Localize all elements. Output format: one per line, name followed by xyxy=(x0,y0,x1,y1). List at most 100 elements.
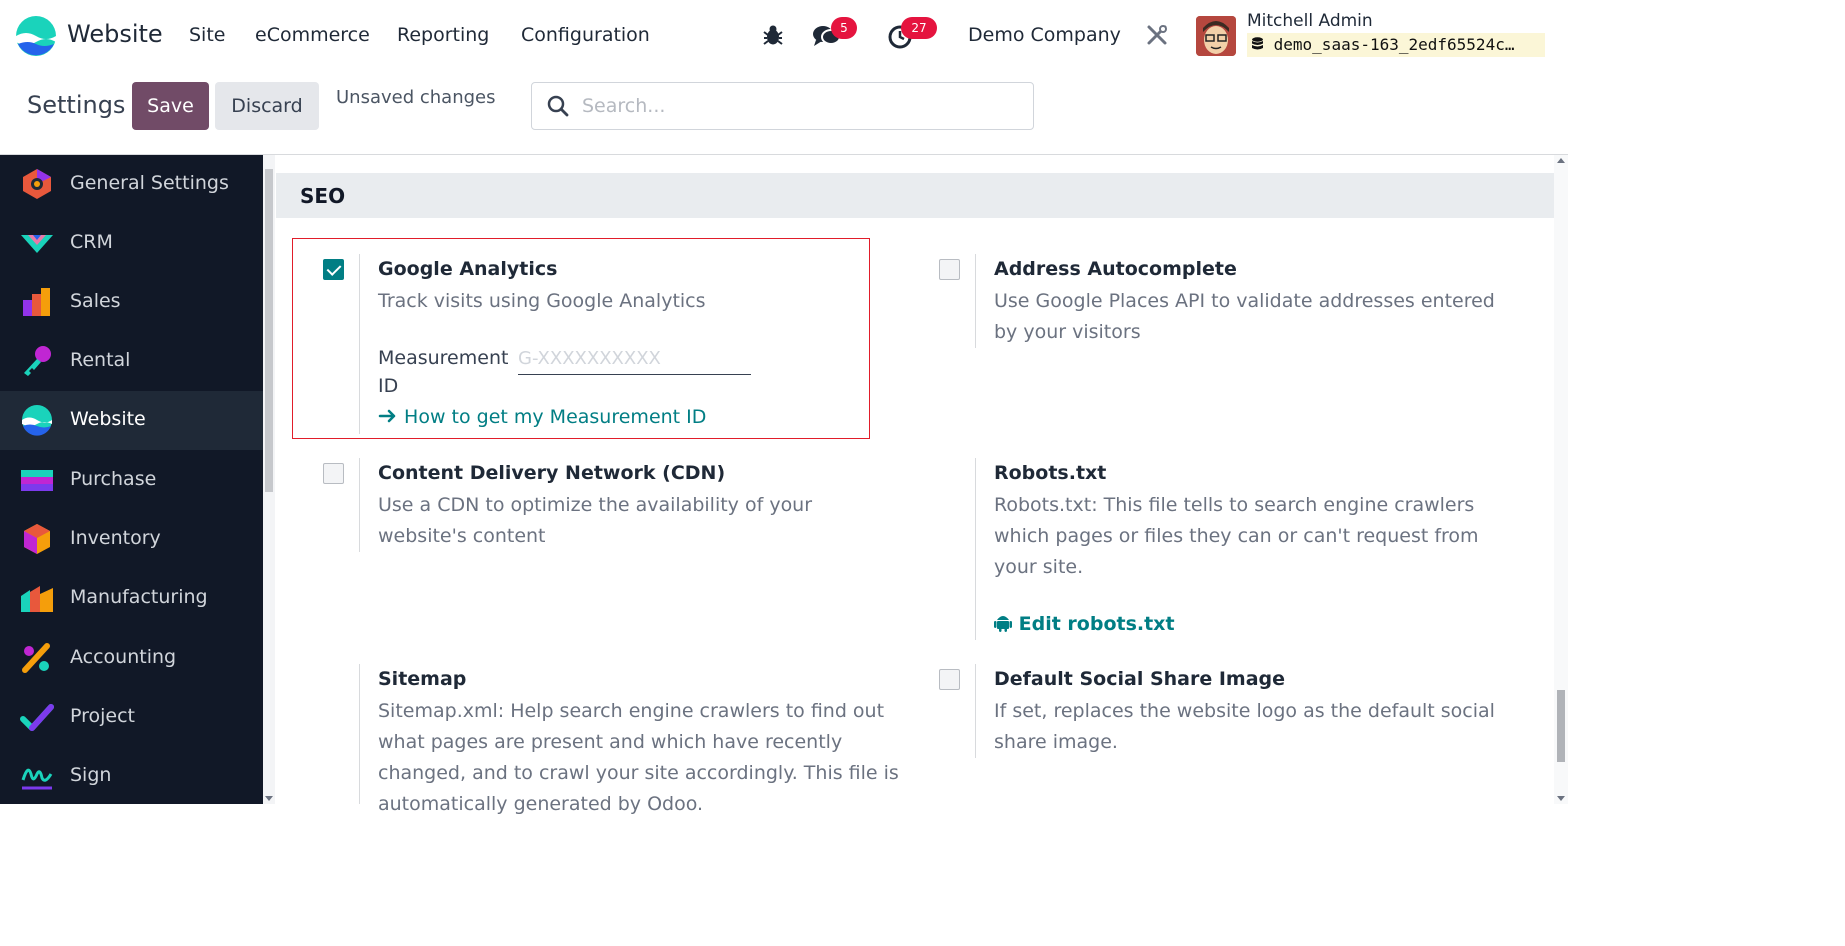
address-autocomplete-desc-line1: Use Google Places API to validate addres… xyxy=(994,290,1495,312)
robots-desc-line2: which pages or files they can or can't r… xyxy=(994,525,1479,547)
sidebar-item-label: Sales xyxy=(70,290,121,312)
address-autocomplete-desc-line2: by your visitors xyxy=(994,321,1141,343)
sidebar-item-label: General Settings xyxy=(70,172,229,194)
setting-divider xyxy=(975,254,976,348)
search-box[interactable] xyxy=(531,82,1034,130)
robots-desc-line1: Robots.txt: This file tells to search en… xyxy=(994,494,1475,516)
sidebar-item-crm[interactable]: CRM xyxy=(0,214,263,273)
social-share-desc-line1: If set, replaces the website logo as the… xyxy=(994,700,1495,722)
sitemap-title: Sitemap xyxy=(378,668,467,690)
social-share-desc: If set, replaces the website logo as the… xyxy=(994,696,1495,758)
sitemap-desc-line1: Sitemap.xml: Help search engine crawlers… xyxy=(378,700,885,722)
general-settings-icon xyxy=(23,169,51,199)
sidebar-item-general-settings[interactable]: General Settings xyxy=(0,155,263,214)
sidebar-item-project[interactable]: Project xyxy=(0,688,263,747)
google-analytics-desc: Track visits using Google Analytics xyxy=(378,290,706,312)
menu-ecommerce[interactable]: eCommerce xyxy=(255,24,370,46)
sitemap-desc-line2: what pages are present and which have re… xyxy=(378,731,843,753)
user-name[interactable]: Mitchell Admin xyxy=(1247,11,1373,31)
section-title: SEO xyxy=(300,184,346,208)
google-analytics-title: Google Analytics xyxy=(378,258,558,280)
sidebar-item-label: Project xyxy=(70,705,136,727)
website-icon xyxy=(22,405,52,436)
accounting-icon xyxy=(22,643,50,673)
avatar-face-icon xyxy=(1196,16,1236,56)
tools-icon[interactable] xyxy=(1145,23,1169,47)
sidebar-item-label: CRM xyxy=(70,231,113,253)
content-scrollbar[interactable] xyxy=(1554,155,1568,804)
save-button[interactable]: Save xyxy=(132,82,209,130)
measurement-id-input[interactable] xyxy=(518,343,751,375)
sign-icon xyxy=(21,768,53,790)
scroll-up-arrow-icon[interactable] xyxy=(1557,158,1565,163)
google-analytics-checkbox[interactable] xyxy=(323,259,344,280)
android-icon xyxy=(994,616,1012,632)
cdn-desc-line1: Use a CDN to optimize the availability o… xyxy=(378,494,813,516)
debug-bug-icon[interactable] xyxy=(762,23,784,47)
purchase-icon xyxy=(21,470,53,491)
sitemap-desc: Sitemap.xml: Help search engine crawlers… xyxy=(378,696,899,820)
unsaved-changes-label: Unsaved changes xyxy=(336,87,496,108)
edit-robots-text: Edit robots.txt xyxy=(1018,613,1175,635)
search-input[interactable] xyxy=(582,93,1022,119)
sidebar-item-label: Website xyxy=(70,408,146,430)
menu-reporting[interactable]: Reporting xyxy=(397,24,489,46)
section-header-seo: SEO xyxy=(276,173,1554,218)
setting-divider xyxy=(975,664,976,758)
robots-desc-line3: your site. xyxy=(994,556,1084,578)
sidebar-item-label: Sign xyxy=(70,764,112,786)
measurement-id-label: Measurement ID xyxy=(378,343,513,402)
arrow-right-icon xyxy=(378,409,396,423)
sidebar-item-accounting[interactable]: Accounting xyxy=(0,629,263,688)
company-switcher[interactable]: Demo Company xyxy=(968,24,1121,46)
measurement-id-help-text: How to get my Measurement ID xyxy=(404,406,707,428)
website-app-logo-icon[interactable] xyxy=(16,16,56,56)
measurement-id-label-line2: ID xyxy=(378,375,399,397)
content-scrollbar-thumb[interactable] xyxy=(1557,690,1565,762)
setting-divider xyxy=(359,254,360,434)
cdn-desc-line2: website's content xyxy=(378,525,546,547)
sidebar-item-sign[interactable]: Sign xyxy=(0,747,263,804)
sidebar-scrollbar[interactable] xyxy=(263,155,275,804)
manufacturing-icon xyxy=(21,586,53,612)
page-title: Settings xyxy=(27,91,126,119)
inventory-icon xyxy=(24,524,50,554)
settings-sidebar: General Settings CRM Sales Rental Websit… xyxy=(0,155,263,804)
user-avatar[interactable] xyxy=(1196,16,1236,56)
robots-desc: Robots.txt: This file tells to search en… xyxy=(994,490,1479,583)
discard-button[interactable]: Discard xyxy=(215,82,319,130)
sidebar-item-manufacturing[interactable]: Manufacturing xyxy=(0,569,263,628)
sidebar-item-inventory[interactable]: Inventory xyxy=(0,510,263,569)
scroll-down-arrow-icon[interactable] xyxy=(265,796,273,801)
address-autocomplete-checkbox[interactable] xyxy=(939,259,960,280)
address-autocomplete-desc: Use Google Places API to validate addres… xyxy=(994,286,1495,348)
sidebar-item-sales[interactable]: Sales xyxy=(0,273,263,332)
setting-divider xyxy=(359,664,360,804)
robots-title: Robots.txt xyxy=(994,462,1107,484)
sidebar-scrollbar-thumb[interactable] xyxy=(265,169,273,492)
messages-badge: 5 xyxy=(831,17,857,39)
scroll-down-arrow-icon[interactable] xyxy=(1557,796,1565,801)
social-share-title: Default Social Share Image xyxy=(994,668,1286,690)
top-navbar: Website Site eCommerce Reporting Configu… xyxy=(0,0,1568,70)
sidebar-item-label: Manufacturing xyxy=(70,586,208,608)
sidebar-item-website[interactable]: Website xyxy=(0,391,263,450)
setting-divider xyxy=(359,458,360,552)
measurement-id-help-link[interactable]: How to get my Measurement ID xyxy=(378,406,706,428)
cdn-checkbox[interactable] xyxy=(323,463,344,484)
activities-badge: 27 xyxy=(901,17,937,39)
sidebar-item-rental[interactable]: Rental xyxy=(0,332,263,391)
crm-icon xyxy=(21,235,53,253)
measurement-id-label-line1: Measurement xyxy=(378,347,509,369)
rental-icon xyxy=(24,346,51,376)
menu-site[interactable]: Site xyxy=(189,24,225,46)
sidebar-item-purchase[interactable]: Purchase xyxy=(0,451,263,510)
app-name[interactable]: Website xyxy=(67,20,163,48)
menu-configuration[interactable]: Configuration xyxy=(521,24,650,46)
cdn-title: Content Delivery Network (CDN) xyxy=(378,462,726,484)
edit-robots-link[interactable]: Edit robots.txt xyxy=(994,612,1175,635)
social-share-checkbox[interactable] xyxy=(939,669,960,690)
database-name-text: demo_saas-163_2edf65524c… xyxy=(1273,35,1515,54)
search-icon xyxy=(547,95,569,117)
setting-divider xyxy=(975,458,976,640)
